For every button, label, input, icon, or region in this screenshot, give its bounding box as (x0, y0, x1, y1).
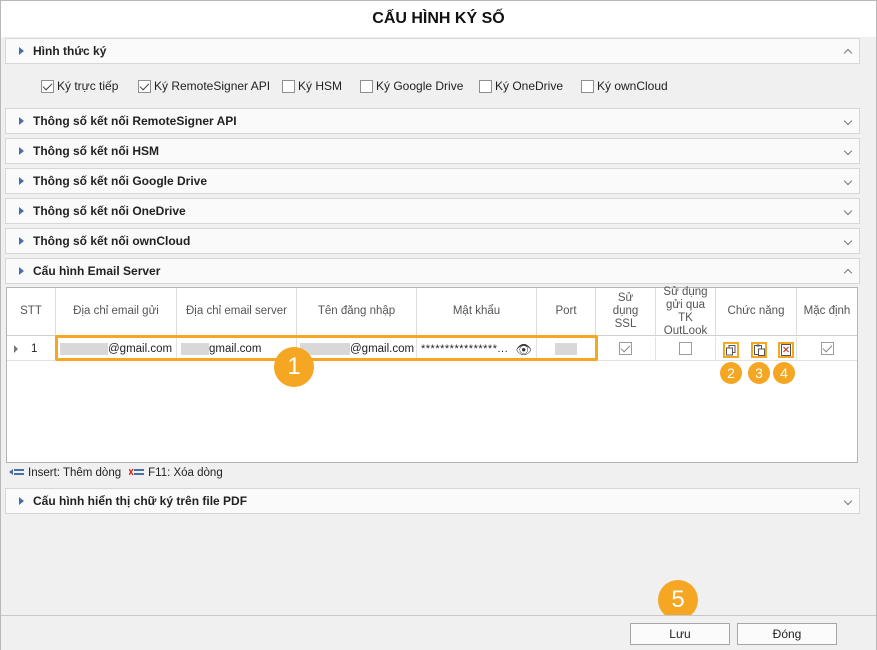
col-header-sender-email[interactable]: Địa chỉ email gửi (56, 288, 177, 336)
chevron-down-icon[interactable] (843, 206, 853, 216)
section-signing-methods[interactable]: Hình thức ký (5, 38, 860, 64)
checklist-icon (781, 344, 791, 356)
chevron-down-icon[interactable] (843, 236, 853, 246)
chevron-up-icon[interactable] (843, 48, 853, 58)
badge-5: 5 (658, 580, 698, 620)
cell-ssl[interactable] (596, 337, 656, 361)
badge-2: 2 (720, 362, 742, 384)
cell-outlook[interactable] (656, 337, 716, 361)
expand-arrow-icon (19, 207, 24, 215)
dialog-footer: Lưu Đóng (1, 615, 876, 650)
ssl-checkbox[interactable] (619, 342, 632, 355)
cell-stt: 1 (31, 342, 38, 355)
default-checkbox[interactable] (820, 342, 834, 355)
section-title: Thông số kết nối Google Drive (33, 174, 208, 188)
section-google-drive[interactable]: Thông số kết nối Google Drive (5, 168, 860, 194)
chevron-down-icon[interactable] (843, 176, 853, 186)
section-email-server[interactable]: Cấu hình Email Server (5, 258, 860, 284)
delete-shortcut-label: F11: Xóa dòng (148, 467, 223, 479)
expand-arrow-icon (19, 237, 24, 245)
test-connection-button[interactable] (778, 342, 794, 358)
copy-button[interactable] (723, 342, 739, 358)
badge-4: 4 (773, 362, 795, 384)
shortcut-legend: Insert: Thêm dòng F11: Xóa dòng (9, 465, 223, 481)
checkbox-direct[interactable] (41, 79, 54, 93)
chevron-down-icon[interactable] (843, 116, 853, 126)
option-google-drive[interactable]: Ký Google Drive (360, 76, 463, 96)
chevron-up-icon[interactable] (843, 268, 853, 278)
badge-1: 1 (274, 347, 314, 387)
paste-icon (753, 344, 765, 356)
section-title: Thông số kết nối RemoteSigner API (33, 114, 237, 128)
expand-arrow-icon (19, 117, 24, 125)
save-button[interactable]: Lưu (630, 623, 730, 645)
cell-default[interactable] (797, 337, 857, 361)
option-label: Ký Google Drive (376, 79, 464, 93)
table-row[interactable]: 1 (7, 337, 56, 361)
insert-row-icon (9, 469, 24, 475)
section-title: Thông số kết nối ownCloud (33, 234, 191, 248)
option-direct[interactable]: Ký trực tiếp (41, 76, 118, 96)
dialog-content: Hình thức ký Ký trực tiếp Ký RemoteSigne… (1, 37, 876, 615)
section-remote-signer[interactable]: Thông số kết nối RemoteSigner API (5, 108, 860, 134)
option-label: Ký OneDrive (495, 79, 564, 93)
expand-arrow-icon (19, 147, 24, 155)
expand-arrow-icon (19, 47, 24, 55)
option-label: Ký trực tiếp (57, 79, 119, 93)
outlook-checkbox[interactable] (679, 342, 692, 355)
checkbox-google-drive[interactable] (360, 79, 373, 93)
close-button[interactable]: Đóng (737, 623, 837, 645)
option-label: Ký RemoteSigner API (154, 79, 271, 93)
chevron-down-icon[interactable] (843, 146, 853, 156)
section-title: Thông số kết nối OneDrive (33, 204, 186, 218)
section-owncloud[interactable]: Thông số kết nối ownCloud (5, 228, 860, 254)
dialog-title: CẤU HÌNH KÝ SỐ (1, 1, 876, 37)
checkbox-owncloud[interactable] (581, 79, 594, 93)
col-header-server-email[interactable]: Địa chỉ email server (177, 288, 297, 336)
insert-shortcut-label: Insert: Thêm dòng (28, 467, 122, 479)
col-header-password[interactable]: Mật khẩu (417, 288, 537, 336)
option-onedrive[interactable]: Ký OneDrive (479, 76, 563, 96)
row-highlight-frame (55, 335, 598, 361)
delete-row-icon (129, 468, 145, 476)
section-title: Cấu hình hiển thị chữ ký trên file PDF (33, 494, 248, 508)
col-header-functions[interactable]: Chức năng (716, 288, 797, 336)
col-header-outlook[interactable]: Sử dụng gửi qua TK OutLook (656, 286, 716, 337)
section-hsm[interactable]: Thông số kết nối HSM (5, 138, 860, 164)
section-title: Thông số kết nối HSM (33, 144, 159, 158)
expand-arrow-icon (19, 497, 24, 505)
section-onedrive[interactable]: Thông số kết nối OneDrive (5, 198, 860, 224)
config-dialog: CẤU HÌNH KÝ SỐ Hình thức ký Ký trực tiếp… (0, 0, 877, 650)
row-indicator-icon (14, 344, 18, 353)
badge-3: 3 (748, 362, 770, 384)
copy-icon (726, 344, 736, 355)
section-title: Cấu hình Email Server (33, 264, 161, 278)
option-label: Ký HSM (298, 79, 343, 93)
option-owncloud[interactable]: Ký ownCloud (581, 76, 668, 96)
col-header-stt[interactable]: STT (7, 288, 56, 336)
checkbox-hsm[interactable] (282, 79, 295, 93)
expand-arrow-icon (19, 177, 24, 185)
checkbox-remote-signer[interactable] (138, 79, 151, 93)
col-header-username[interactable]: Tên đăng nhập (297, 288, 417, 336)
option-label: Ký ownCloud (597, 79, 668, 93)
col-header-ssl[interactable]: Sử dụng SSL (596, 288, 656, 336)
section-pdf-display[interactable]: Cấu hình hiển thị chữ ký trên file PDF (5, 488, 860, 514)
expand-arrow-icon (19, 267, 24, 275)
option-hsm[interactable]: Ký HSM (282, 76, 342, 96)
option-remote-signer[interactable]: Ký RemoteSigner API (138, 76, 270, 96)
col-header-port[interactable]: Port (537, 288, 596, 336)
paste-button[interactable] (751, 342, 767, 358)
chevron-down-icon[interactable] (843, 496, 853, 506)
signing-methods-panel: Ký trực tiếp Ký RemoteSigner API Ký HSM … (5, 65, 860, 107)
checkbox-onedrive[interactable] (479, 79, 492, 93)
col-header-default[interactable]: Mặc định (797, 288, 857, 336)
section-title: Hình thức ký (33, 44, 107, 58)
